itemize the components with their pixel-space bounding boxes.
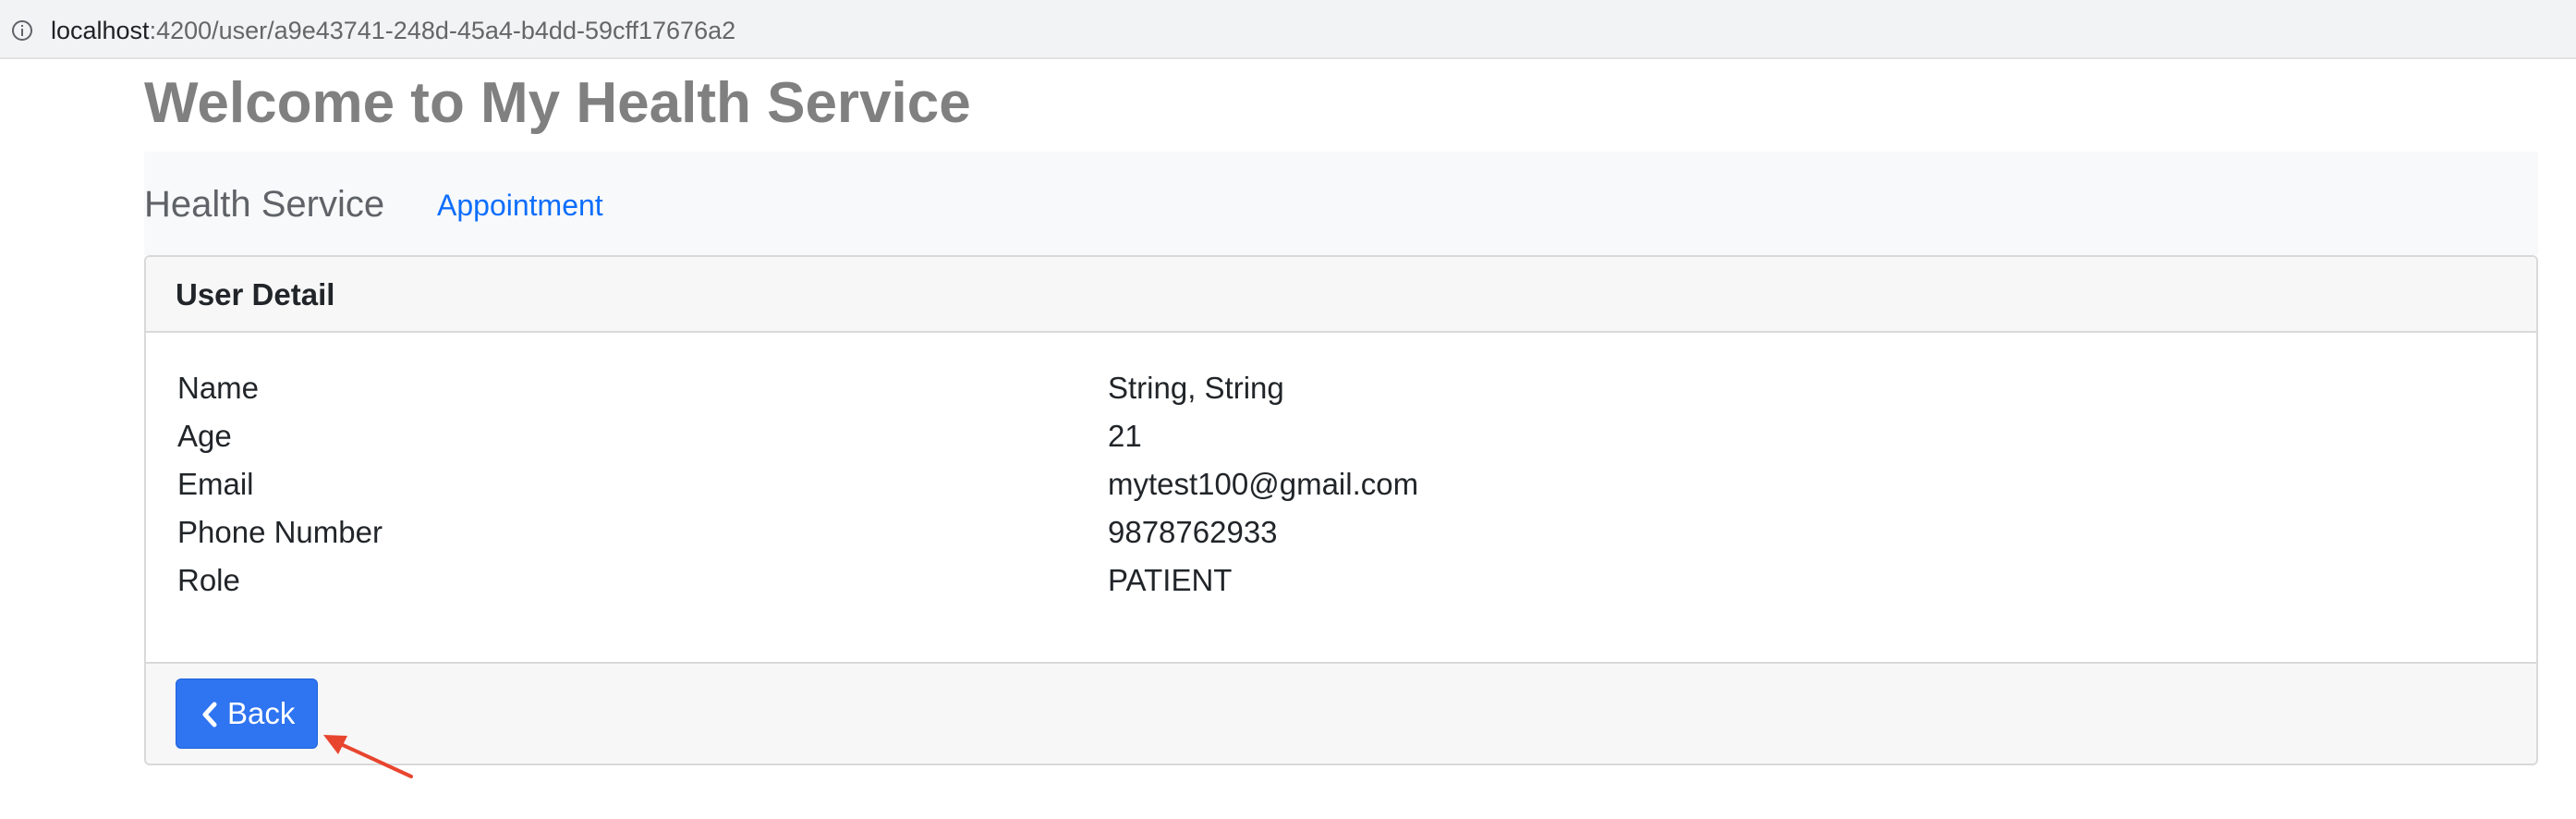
- detail-value: 21: [1108, 419, 1142, 453]
- detail-row-name: Name String, String: [146, 364, 2536, 412]
- detail-value: 9878762933: [1108, 515, 1278, 549]
- detail-label: Email: [177, 467, 254, 501]
- card-header: User Detail: [146, 257, 2536, 333]
- url-path: :4200/user/a9e43741-248d-45a4-b4dd-59cff…: [149, 17, 736, 44]
- detail-label: Phone Number: [177, 515, 383, 549]
- arrow-annotation-icon: [323, 735, 413, 778]
- back-button-label: Back: [227, 696, 296, 730]
- detail-row-role: Role PATIENT: [146, 556, 2536, 605]
- detail-value: String, String: [1108, 371, 1284, 405]
- info-icon[interactable]: [11, 19, 33, 42]
- page-title: Welcome to My Health Service: [144, 71, 971, 135]
- address-url[interactable]: localhost:4200/user/a9e43741-248d-45a4-b…: [51, 15, 735, 46]
- nav-link-appointment[interactable]: Appointment: [437, 187, 603, 224]
- detail-row-email: Email mytest100@gmail.com: [146, 460, 2536, 508]
- chevron-left-icon: [202, 702, 217, 727]
- detail-label: Name: [177, 371, 260, 405]
- card-footer: Back: [146, 662, 2536, 764]
- detail-row-phone-number: Phone Number 9878762933: [146, 508, 2536, 556]
- detail-label: Age: [177, 419, 232, 453]
- detail-value: mytest100@gmail.com: [1108, 467, 1419, 501]
- navbar: Health Service Appointment: [144, 152, 2538, 255]
- back-button[interactable]: Back: [176, 678, 318, 749]
- card-header-title: User Detail: [176, 277, 335, 312]
- browser-address-bar[interactable]: localhost:4200/user/a9e43741-248d-45a4-b…: [0, 0, 2576, 59]
- detail-row-age: Age 21: [146, 412, 2536, 460]
- detail-label: Role: [177, 563, 240, 597]
- detail-value: PATIENT: [1108, 563, 1233, 597]
- user-detail-card: User Detail Name String, String Age 21 E…: [144, 255, 2538, 765]
- url-host: localhost: [51, 17, 150, 44]
- navbar-brand[interactable]: Health Service: [144, 181, 384, 227]
